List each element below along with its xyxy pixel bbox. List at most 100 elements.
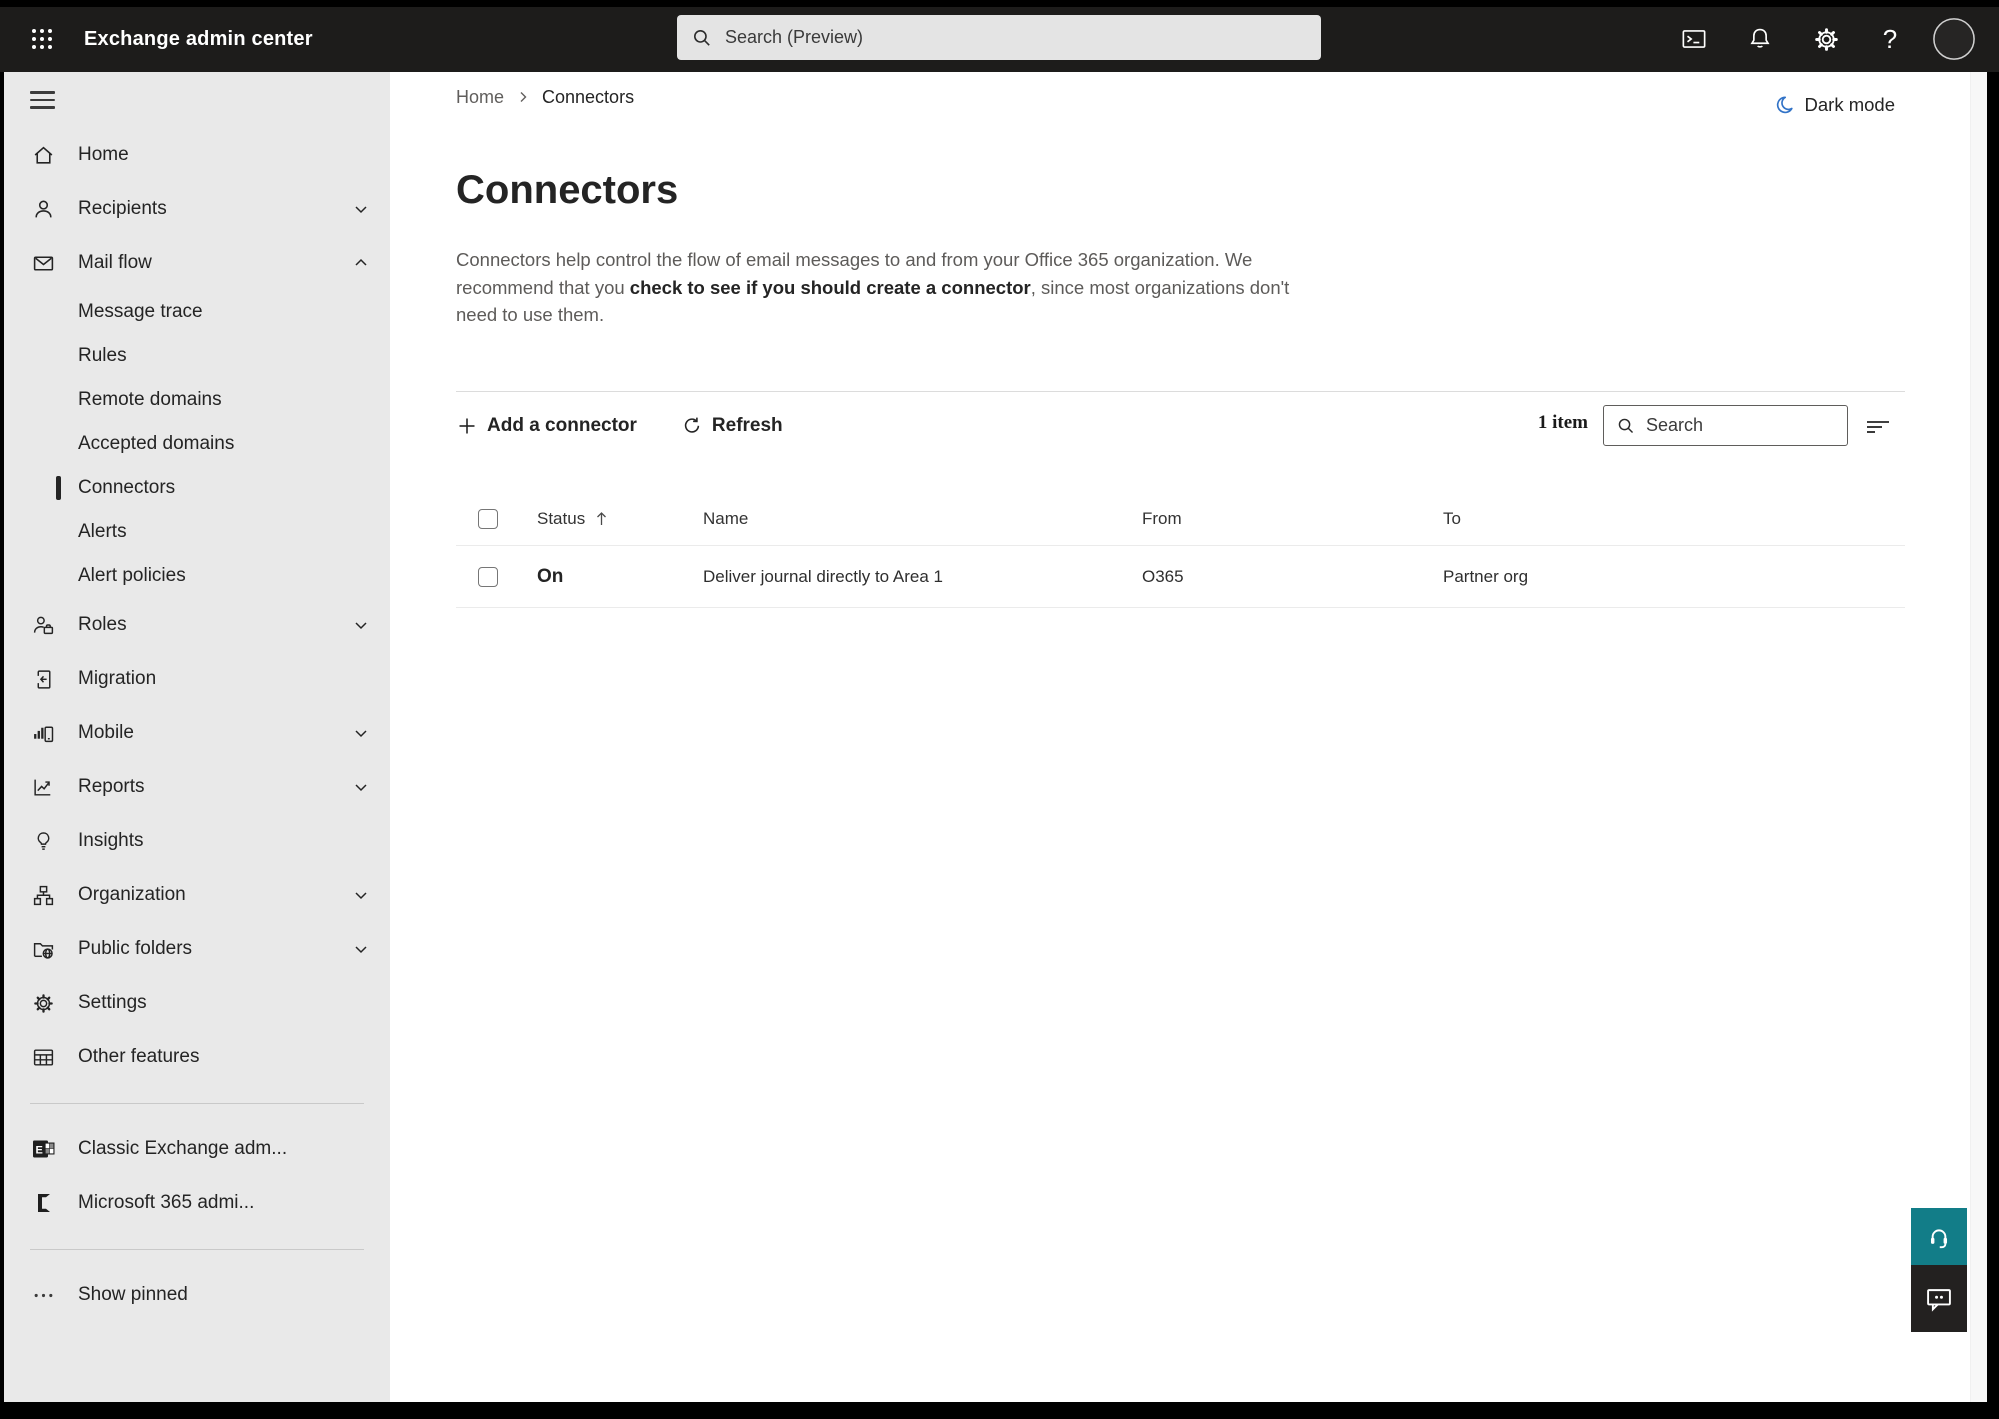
sidebar-item-home[interactable]: Home xyxy=(4,128,390,182)
sidebar-divider xyxy=(30,1103,364,1104)
sidebar-item-alert-policies[interactable]: Alert policies xyxy=(4,554,390,598)
search-icon xyxy=(691,27,713,49)
sidebar-item-label: Connectors xyxy=(78,477,176,498)
breadcrumb-separator-icon xyxy=(516,90,530,104)
sidebar-item-label: Show pinned xyxy=(78,1284,188,1305)
sidebar-item-label: Migration xyxy=(78,668,157,689)
dark-mode-label: Dark mode xyxy=(1804,94,1895,115)
plus-icon xyxy=(456,415,478,437)
description-emphasis: check to see if you should create a conn… xyxy=(629,276,1031,298)
chevron-down-icon[interactable] xyxy=(352,886,370,904)
table-grid-icon xyxy=(32,1046,56,1069)
sidebar-item-connectors[interactable]: Connectors xyxy=(4,466,390,510)
vertical-scrollbar[interactable] xyxy=(1970,72,1987,1402)
sidebar-item-remote-domains[interactable]: Remote domains xyxy=(4,378,390,422)
row-checkbox[interactable] xyxy=(478,566,498,587)
chevron-down-icon[interactable] xyxy=(352,200,370,218)
add-connector-button[interactable]: Add a connector xyxy=(456,415,637,437)
migration-document-icon xyxy=(32,668,56,691)
app-title: Exchange admin center xyxy=(84,28,313,50)
sidebar-item-alerts[interactable]: Alerts xyxy=(4,510,390,554)
microsoft-365-logo-icon xyxy=(32,1191,56,1215)
toolbar-divider xyxy=(456,391,1905,392)
sidebar-item-label: Accepted domains xyxy=(78,433,235,454)
command-bar: Add a connector Refresh xyxy=(456,405,783,447)
sidebar-item-settings[interactable]: Settings xyxy=(4,976,390,1030)
breadcrumb-current: Connectors xyxy=(542,86,635,107)
support-headset-button[interactable] xyxy=(1911,1208,1967,1265)
column-header-from[interactable]: From xyxy=(1142,509,1443,529)
sidebar-item-message-trace[interactable]: Message trace xyxy=(4,290,390,334)
notifications-bell-icon[interactable] xyxy=(1738,17,1782,61)
sidebar-item-microsoft-365-admin[interactable]: Microsoft 365 admi... xyxy=(4,1176,390,1230)
sidebar-item-reports[interactable]: Reports xyxy=(4,760,390,814)
global-search-box[interactable] xyxy=(677,15,1321,60)
help-icon[interactable]: ? xyxy=(1868,17,1912,61)
selected-indicator xyxy=(56,476,61,500)
sidebar-item-roles[interactable]: Roles xyxy=(4,598,390,652)
column-header-status[interactable]: Status xyxy=(537,509,585,529)
breadcrumb-home-link[interactable]: Home xyxy=(456,87,504,108)
list-search-box[interactable] xyxy=(1603,405,1848,446)
top-header-bar: Exchange admin center Search (Preview) ? xyxy=(0,0,1999,72)
sidebar-item-label: Settings xyxy=(78,992,147,1013)
sidebar-item-classic-exchange-admin[interactable]: E Classic Exchange adm... xyxy=(4,1122,390,1176)
items-count: 1 item xyxy=(1537,412,1588,433)
sidebar-item-label: Insights xyxy=(78,830,144,851)
chevron-down-icon[interactable] xyxy=(352,616,370,634)
sidebar-item-rules[interactable]: Rules xyxy=(4,334,390,378)
table-row[interactable]: On Deliver journal directly to Area 1 O3… xyxy=(456,546,1905,608)
sidebar-item-organization[interactable]: Organization xyxy=(4,868,390,922)
list-search-input[interactable] xyxy=(1646,415,1835,436)
page-title: Connectors xyxy=(456,168,679,212)
sidebar-item-migration[interactable]: Migration xyxy=(4,652,390,706)
reports-chart-icon xyxy=(32,776,56,799)
svg-text:E: E xyxy=(36,1145,43,1157)
chat-bubble-icon xyxy=(1924,1284,1954,1314)
app-launcher-icon[interactable] xyxy=(20,13,64,65)
column-header-name[interactable]: Name xyxy=(703,509,1142,529)
sidebar-item-label: Alerts xyxy=(78,521,127,542)
column-header-to[interactable]: To xyxy=(1443,509,1905,529)
sort-ascending-icon[interactable] xyxy=(595,510,608,527)
sidebar-item-accepted-domains[interactable]: Accepted domains xyxy=(4,422,390,466)
feedback-chat-button[interactable] xyxy=(1911,1265,1967,1332)
connector-to: Partner org xyxy=(1443,566,1529,586)
classic-exchange-logo-icon: E xyxy=(32,1137,56,1161)
sidebar-item-public-folders[interactable]: Public folders xyxy=(4,922,390,976)
account-avatar[interactable] xyxy=(1932,17,1976,61)
chevron-down-icon[interactable] xyxy=(352,778,370,796)
select-all-checkbox[interactable] xyxy=(478,508,498,529)
global-search-input[interactable] xyxy=(725,27,1307,48)
connectors-table: Status Name From To On Deliver journal d… xyxy=(456,492,1905,608)
refresh-button[interactable]: Refresh xyxy=(681,415,783,437)
sidebar-item-recipients[interactable]: Recipients xyxy=(4,182,390,236)
settings-gear-icon[interactable] xyxy=(1804,17,1848,61)
chevron-down-icon[interactable] xyxy=(352,940,370,958)
sidebar-item-label: Organization xyxy=(78,884,186,905)
dark-mode-toggle[interactable]: Dark mode xyxy=(1772,92,1895,118)
sidebar-item-label: Remote domains xyxy=(78,389,222,410)
filter-sort-icon[interactable] xyxy=(1858,412,1898,442)
connector-name[interactable]: Deliver journal directly to Area 1 xyxy=(703,567,1142,587)
collapse-menu-icon[interactable] xyxy=(4,72,390,128)
sidebar-item-mobile[interactable]: Mobile xyxy=(4,706,390,760)
ellipsis-icon xyxy=(32,1284,56,1307)
person-icon xyxy=(32,198,56,221)
home-icon xyxy=(32,144,56,167)
sidebar-item-label: Classic Exchange adm... xyxy=(78,1138,288,1159)
sidebar-item-insights[interactable]: Insights xyxy=(4,814,390,868)
sidebar-item-other-features[interactable]: Other features xyxy=(4,1030,390,1084)
chevron-up-icon[interactable] xyxy=(352,254,370,272)
chevron-down-icon[interactable] xyxy=(352,724,370,742)
connector-from: O365 xyxy=(1142,566,1184,586)
left-navigation: Home Recipients Mail flow Message trace … xyxy=(4,72,390,1402)
powershell-terminal-icon[interactable] xyxy=(1672,17,1716,61)
headset-icon xyxy=(1925,1223,1953,1251)
mail-icon xyxy=(32,252,56,275)
table-header-row: Status Name From To xyxy=(456,492,1905,546)
sidebar-item-label: Mail flow xyxy=(78,252,152,273)
sidebar-item-show-pinned[interactable]: Show pinned xyxy=(4,1268,390,1322)
sidebar-item-mail-flow[interactable]: Mail flow xyxy=(4,236,390,290)
moon-icon xyxy=(1772,94,1795,117)
